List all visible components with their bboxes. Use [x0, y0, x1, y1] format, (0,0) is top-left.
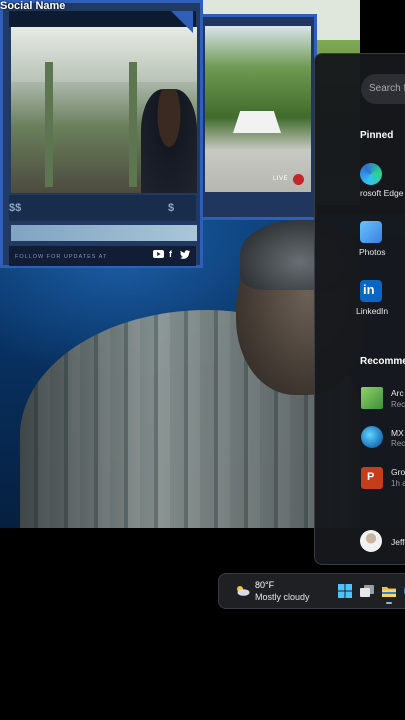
pavilion-video-frame — [11, 27, 197, 193]
taskbar: 80°F Mostly cloudy — [218, 573, 405, 609]
active-app-indicator — [386, 602, 392, 604]
corner-triangle — [171, 11, 193, 33]
search-placeholder[interactable]: Search fo — [369, 83, 405, 94]
avatar — [360, 530, 382, 552]
secondary-video-card: LIVE — [197, 14, 317, 220]
twitter-icon — [180, 250, 190, 261]
recommended-subtitle: Rec — [391, 400, 405, 409]
pinned-app-label: Photos — [359, 247, 386, 257]
social-name-title: Social Name — [0, 0, 66, 12]
facebook-icon: f — [169, 249, 172, 259]
price-left: $$ — [9, 202, 22, 214]
tent — [233, 111, 281, 133]
edge-icon — [360, 163, 382, 185]
monitor-icon — [361, 387, 383, 409]
linkedin-icon: in — [360, 280, 382, 302]
card-topbar — [9, 11, 196, 27]
live-record-dot — [293, 174, 304, 185]
weather-temperature: 80°F — [255, 580, 275, 590]
recommended-subtitle: 1h a — [391, 479, 405, 488]
pavilion-pillar — [45, 62, 53, 187]
photos-icon — [360, 221, 382, 243]
social-overlay-card: $$ $ FOLLOW FOR UPDATES AT f — [0, 0, 203, 268]
user-name: Jeffe — [391, 537, 405, 547]
recommended-title: MX — [391, 428, 404, 438]
recommended-title: Gro — [391, 467, 405, 477]
pinned-app-label: LinkedIn — [356, 306, 389, 316]
task-view-icon[interactable] — [359, 583, 375, 599]
start-menu: Search fo Pinned rosoft Edge Photos in L… — [314, 53, 405, 565]
recommended-header: Recommen — [360, 356, 405, 367]
weather-condition: Mostly cloudy — [255, 592, 310, 602]
price-right: $ — [168, 202, 175, 214]
globe-icon — [361, 426, 383, 448]
start-icon[interactable] — [337, 583, 353, 599]
cloud-sun-icon — [237, 586, 250, 596]
recommended-title: Arc — [391, 388, 404, 398]
pinned-header: Pinned — [360, 130, 394, 141]
pavilion-roof — [11, 27, 197, 82]
file-explorer-icon[interactable] — [381, 583, 397, 599]
live-label: LIVE — [273, 176, 289, 182]
recommended-subtitle: Rec — [391, 439, 405, 448]
person-in-frame — [141, 89, 197, 193]
outdoor-video-frame — [205, 26, 311, 192]
youtube-icon — [153, 250, 164, 260]
pavilion-pillar — [129, 62, 137, 187]
accent-bar — [11, 225, 197, 241]
powerpoint-icon: P — [361, 467, 383, 489]
follow-text: FOLLOW FOR UPDATES AT — [15, 254, 108, 260]
pinned-app-label: rosoft Edge — [360, 188, 404, 198]
